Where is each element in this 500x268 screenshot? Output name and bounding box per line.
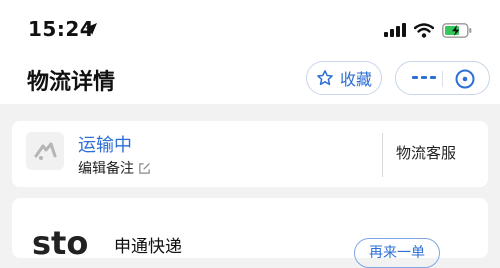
status-icons <box>384 20 472 40</box>
card-divider <box>382 133 383 177</box>
mini-program-capsule <box>395 61 490 95</box>
more-icon[interactable] <box>412 76 436 79</box>
capsule-divider <box>442 71 443 87</box>
truck-sketch-icon <box>34 142 57 160</box>
favorite-button[interactable]: 收藏 <box>306 61 382 95</box>
location-arrow-icon <box>85 23 97 35</box>
signal-icon <box>384 23 406 37</box>
sto-logo: sto <box>32 224 88 260</box>
courier-card: sto 申通快递 再来一单 <box>12 198 488 268</box>
page-title: 物流详情 <box>27 70 116 95</box>
edit-icon <box>139 162 150 174</box>
shipment-status-card: 运输中 编辑备注 物流客服 <box>12 121 488 187</box>
star-icon <box>317 70 333 86</box>
wifi-icon <box>414 22 434 38</box>
courier-name: 申通快递 <box>114 237 182 257</box>
shipment-status: 运输中 <box>78 135 132 156</box>
edit-note-label: 编辑备注 <box>78 161 134 177</box>
favorite-label: 收藏 <box>339 70 372 89</box>
svg-text:sto: sto <box>32 224 88 260</box>
battery-charging-icon <box>442 22 472 38</box>
shipping-icon <box>26 132 64 170</box>
reorder-button[interactable]: 再来一单 <box>354 238 440 268</box>
edit-note-link[interactable]: 编辑备注 <box>78 158 151 178</box>
top-bar: 15:24 物流详情 收藏 <box>0 0 500 104</box>
customer-service-button[interactable]: 物流客服 <box>396 142 456 163</box>
close-circle-icon[interactable] <box>454 68 476 90</box>
